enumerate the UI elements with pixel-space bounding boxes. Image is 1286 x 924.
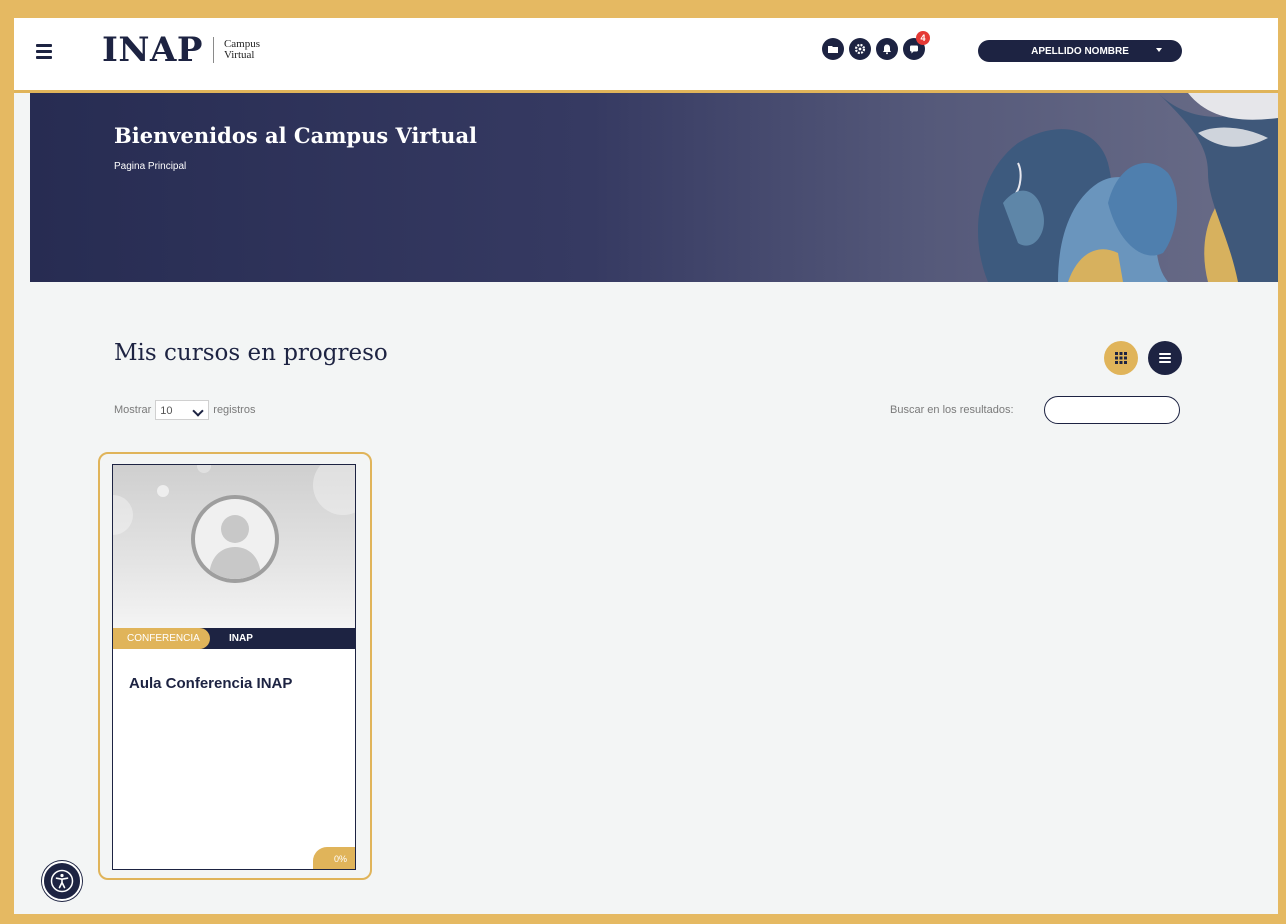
grid-view-button[interactable] [1104,341,1138,375]
header-icon-group: 4 [822,31,930,60]
show-prefix-label: Mostrar [114,404,152,416]
list-icon [1159,353,1171,363]
records-select-value: 10 [160,405,173,417]
banner-illustration [978,93,1278,282]
logo-sub-line2: Virtual [223,49,255,61]
top-header: INAP Campus Virtual 4 APELLIDO NOMBRE [14,18,1278,93]
chevron-down-icon [192,405,204,417]
logo-subtitle: Campus Virtual [224,39,260,61]
course-progress-badge: 0% [313,847,355,869]
course-category-tag: CONFERENCIA [113,628,210,649]
course-card[interactable]: CONFERENCIA INAP Aula Conferencia INAP 0… [112,464,356,870]
section-title: Mis cursos en progreso [114,340,388,366]
logo-divider [212,37,214,63]
user-name-label: APELLIDO NOMBRE [1031,45,1129,57]
welcome-banner: Bienvenidos al Campus Virtual Pagina Pri… [30,93,1278,282]
user-menu-button[interactable]: APELLIDO NOMBRE [978,40,1182,62]
caret-down-icon [1156,48,1162,52]
banner-title: Bienvenidos al Campus Virtual [114,123,478,148]
records-select[interactable]: 10 [155,400,210,420]
bell-icon[interactable] [876,38,898,60]
chat-icon[interactable]: 4 [903,31,930,60]
course-title[interactable]: Aula Conferencia INAP [129,675,292,692]
course-image [113,465,355,628]
accessibility-icon [50,869,74,893]
list-view-button[interactable] [1148,341,1182,375]
notification-badge: 4 [916,31,930,45]
inap-logo[interactable]: INAP Campus Virtual [102,28,260,72]
logo-text: INAP [102,30,203,70]
search-label: Buscar en los resultados: [890,404,1014,416]
folder-icon[interactable] [822,38,844,60]
course-tag-bar: CONFERENCIA INAP [113,628,355,649]
records-per-page: Mostrar 10 registros [114,400,255,420]
gear-icon[interactable] [849,38,871,60]
avatar [191,495,279,583]
app-frame: INAP Campus Virtual 4 APELLIDO NOMBRE Bi… [14,18,1278,914]
menu-icon[interactable] [36,44,52,59]
breadcrumb[interactable]: Pagina Principal [114,161,186,172]
search-input[interactable] [1044,396,1180,424]
course-institution-tag: INAP [229,633,253,644]
user-placeholder-icon [209,515,261,579]
accessibility-button[interactable] [42,861,82,901]
grid-icon [1115,352,1127,364]
show-suffix-label: registros [213,404,256,416]
